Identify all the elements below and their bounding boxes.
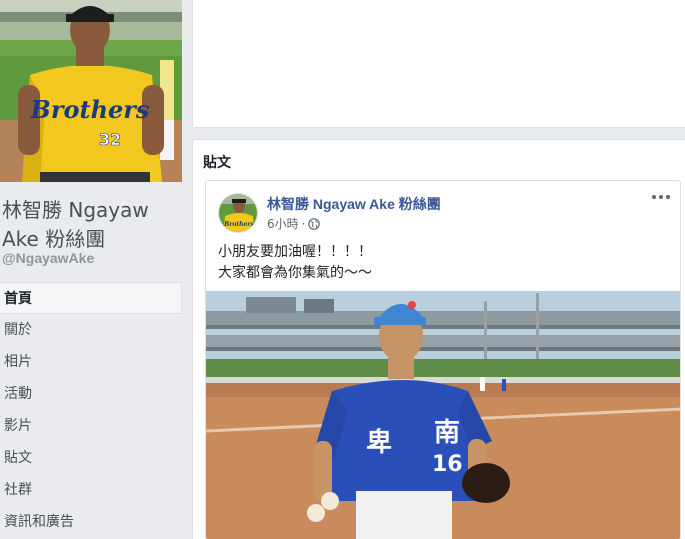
kid-jersey-char-2: 南 — [434, 418, 460, 448]
nav-item-videos[interactable]: 影片 — [0, 410, 182, 442]
post-author-link[interactable]: 林智勝 Ngayaw Ake 粉絲團 — [267, 194, 441, 214]
nav-item-photos[interactable]: 相片 — [0, 346, 182, 378]
post-timestamp[interactable]: 6小時 — [267, 215, 299, 232]
meta-separator: · — [301, 216, 306, 231]
nav-item-info-and-ads[interactable]: 資訊和廣告 — [0, 506, 182, 538]
nav-item-community[interactable]: 社群 — [0, 474, 182, 506]
kid-jersey-char-1: 卑 — [366, 427, 392, 458]
post-meta: 6小時 · — [267, 215, 321, 232]
post-photo-image: 卑 南 16 — [206, 291, 680, 539]
kid-jersey-number: 16 — [432, 452, 463, 477]
top-card — [192, 0, 685, 128]
post-text: 小朋友要加油喔！！！！ 大家都會為你集氣的～～ — [218, 242, 372, 284]
jersey-text: Brothers — [30, 95, 150, 124]
profile-photo-image: Brothers 32 — [0, 0, 182, 182]
nav-item-posts[interactable]: 貼文 — [0, 442, 182, 474]
more-options-icon[interactable] — [652, 191, 670, 203]
page-nav: 首頁 關於 相片 活動 影片 貼文 社群 資訊和廣告 — [0, 282, 182, 538]
post-card: Brothers 林智勝 Ngayaw Ake 粉絲團 6小時 · 小朋友要加油… — [205, 180, 681, 539]
post-avatar[interactable]: Brothers — [218, 193, 258, 233]
globe-icon[interactable] — [308, 217, 321, 230]
page-title: 林智勝 Ngayaw Ake 粉絲團 — [2, 198, 149, 251]
nav-item-home[interactable]: 首頁 — [0, 282, 182, 314]
nav-item-about[interactable]: 關於 — [0, 314, 182, 346]
profile-photo[interactable]: Brothers 32 — [0, 0, 182, 182]
nav-item-events[interactable]: 活動 — [0, 378, 182, 410]
posts-section-title: 貼文 — [203, 155, 231, 171]
post-text-line-1: 小朋友要加油喔！！！！ — [218, 244, 372, 260]
left-column: Brothers 32 林智勝 Ngayaw Ake 粉絲團 @NgayawAk… — [0, 0, 182, 539]
posts-card: 貼文 Brothers 林智勝 Ngayaw Ake 粉絲團 6小時 · 小朋友… — [192, 139, 685, 539]
post-photo[interactable]: 卑 南 16 — [206, 291, 680, 539]
avatar-image: Brothers — [219, 194, 257, 232]
page-handle[interactable]: @NgayawAke — [2, 250, 94, 266]
svg-text:Brothers: Brothers — [223, 221, 254, 228]
jersey-number: 32 — [99, 130, 121, 149]
post-text-line-2: 大家都會為你集氣的～～ — [218, 265, 372, 281]
